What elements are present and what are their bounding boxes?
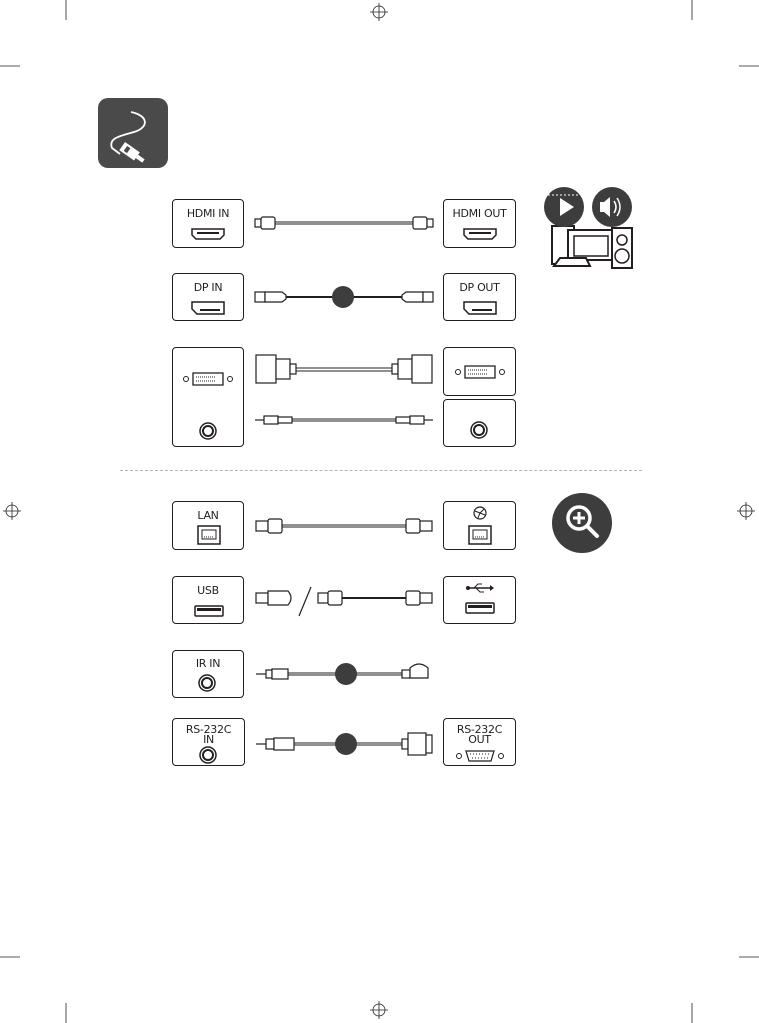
registration-mark-top	[370, 3, 388, 21]
network-globe-icon	[473, 506, 487, 520]
ir-receiver-cable	[256, 663, 429, 685]
dvi-audio-in-port	[172, 347, 244, 447]
zoom-in-magnifier-icon	[552, 493, 612, 553]
rs232c-out-port: RS-232C OUT	[443, 718, 516, 766]
dvi-socket-icon	[183, 372, 233, 386]
hdmi-socket-icon	[463, 228, 497, 240]
dvi-out-port	[443, 347, 516, 396]
rs232c-in-port: RS-232C IN	[172, 718, 245, 766]
hdmi-in-port: HDMI IN	[172, 199, 244, 248]
usb-cable	[255, 586, 433, 617]
ir-in-port: IR IN	[172, 650, 244, 698]
displayport-socket-icon	[463, 301, 497, 315]
cable-included-marker	[335, 663, 357, 685]
audio-cable	[255, 415, 433, 425]
usb-in-label: USB	[197, 584, 219, 597]
cable-connection-icon	[98, 98, 168, 168]
lan-in-port: LAN	[172, 501, 244, 550]
hdmi-out-port: HDMI OUT	[443, 199, 516, 248]
usb-socket-icon	[194, 605, 224, 617]
or-separator	[298, 586, 312, 617]
audio-jack-icon	[199, 746, 217, 764]
usb-symbol-icon	[466, 583, 494, 593]
rs232c-cable	[256, 732, 433, 756]
lan-out-port	[443, 501, 516, 550]
audio-jack-icon	[198, 674, 216, 692]
cable-included-marker	[332, 286, 354, 308]
registration-mark-left	[3, 502, 21, 520]
audio-jack-icon	[199, 422, 217, 440]
rj45-socket-icon	[197, 525, 221, 545]
registration-mark-bottom	[370, 1001, 388, 1019]
dsub9-socket-icon	[456, 750, 504, 762]
hdmi-socket-icon	[191, 228, 225, 240]
dp-in-port: DP IN	[172, 273, 244, 321]
registration-mark-right	[737, 502, 755, 520]
dvi-socket-icon	[455, 365, 505, 379]
displayport-cable	[254, 286, 434, 308]
ir-in-label: IR IN	[195, 657, 221, 670]
cable-included-marker	[335, 733, 357, 755]
hdmi-out-label: HDMI OUT	[452, 207, 507, 220]
usb-flash-drive	[255, 590, 292, 606]
hdmi-cable	[254, 216, 434, 230]
audio-out-port	[443, 399, 516, 447]
section-divider	[120, 470, 642, 471]
audio-jack-icon	[470, 421, 488, 439]
dp-out-port: DP OUT	[443, 273, 516, 321]
dvi-cable	[255, 354, 433, 384]
usb-out-port	[443, 576, 516, 624]
lan-in-label: LAN	[197, 509, 219, 522]
rs232c-in-label-2: IN	[203, 733, 214, 746]
usb-socket-icon	[465, 602, 495, 614]
usb-in-port: USB	[172, 576, 244, 624]
rj45-socket-icon	[468, 525, 492, 545]
av-source-devices-icon	[544, 187, 633, 269]
displayport-socket-icon	[191, 301, 225, 315]
rs232c-out-label-2: OUT	[468, 733, 491, 746]
dp-out-label: DP OUT	[459, 281, 500, 294]
dp-in-label: DP IN	[193, 281, 223, 294]
hdmi-in-label: HDMI IN	[186, 207, 230, 220]
lan-cable	[255, 518, 433, 534]
